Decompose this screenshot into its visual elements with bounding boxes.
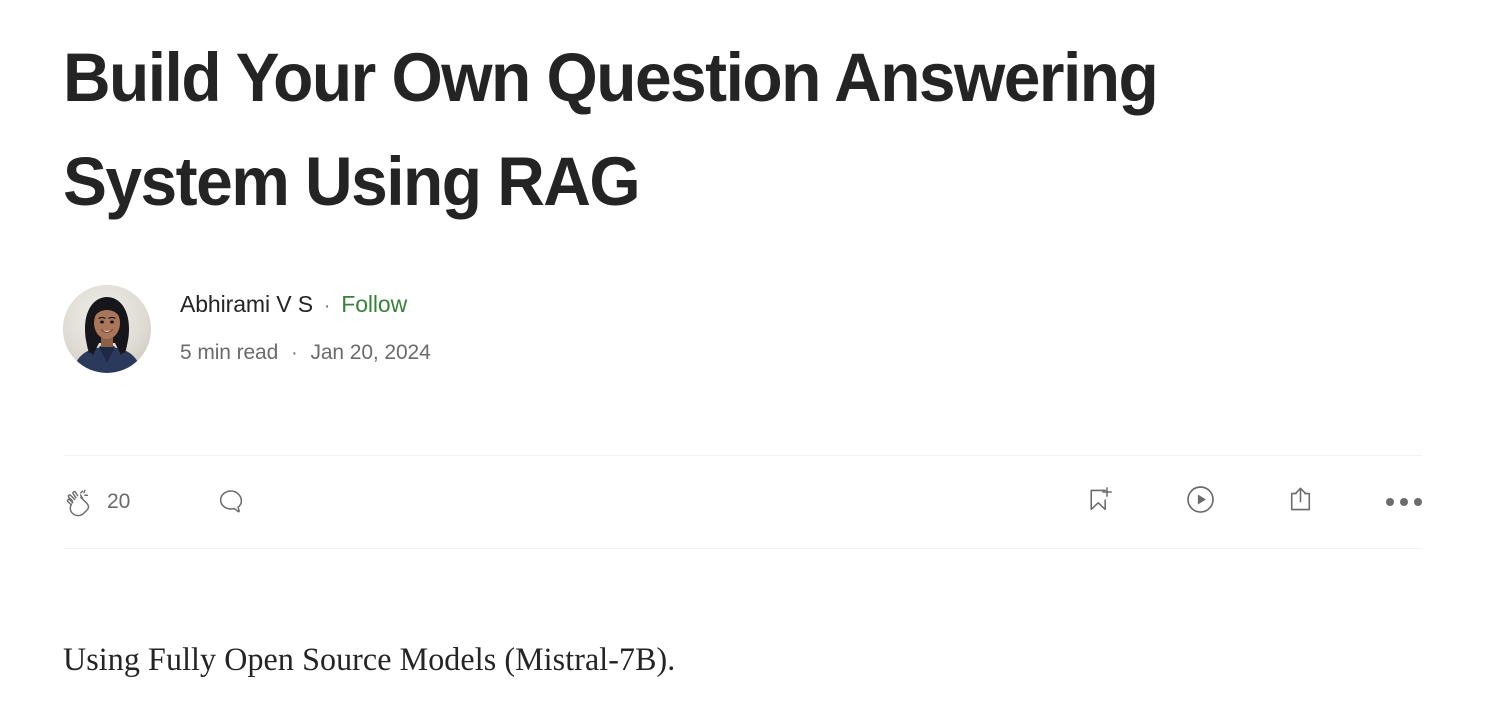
listen-button[interactable] bbox=[1184, 483, 1217, 521]
page-title: Build Your Own Question Answering System… bbox=[63, 39, 1159, 220]
clap-count: 20 bbox=[107, 490, 131, 513]
read-time: 5 min read bbox=[180, 341, 279, 364]
publish-date: Jan 20, 2024 bbox=[310, 341, 431, 364]
clap-button[interactable]: 20 bbox=[63, 487, 130, 518]
action-bar: 20 bbox=[63, 456, 1422, 548]
bookmark-add-button[interactable] bbox=[1084, 484, 1115, 520]
byline-meta-row: 5 min read · Jan 20, 2024 bbox=[180, 338, 431, 369]
meta-separator: · bbox=[291, 343, 298, 364]
action-bar-left: 20 bbox=[63, 487, 246, 518]
action-bar-right bbox=[1084, 483, 1422, 521]
byline-primary-row: Abhirami V S · Follow bbox=[180, 289, 431, 322]
bookmark-add-icon bbox=[1084, 484, 1115, 520]
avatar-image bbox=[63, 285, 151, 373]
share-icon bbox=[1285, 484, 1316, 520]
avatar[interactable] bbox=[63, 285, 151, 373]
more-options-icon-dot3 bbox=[1414, 498, 1422, 506]
byline: Abhirami V S · Follow 5 min read · Jan 2… bbox=[63, 285, 1429, 373]
follow-button[interactable]: Follow bbox=[341, 289, 407, 319]
byline-separator: · bbox=[324, 296, 331, 317]
author-name[interactable]: Abhirami V S bbox=[180, 289, 313, 319]
article-page: Build Your Own Question Answering System… bbox=[0, 0, 1492, 710]
share-button[interactable] bbox=[1285, 484, 1316, 520]
divider-bottom bbox=[63, 548, 1422, 549]
comment-button[interactable] bbox=[216, 487, 246, 517]
more-options-icon-dot2 bbox=[1400, 498, 1408, 506]
article-body-text: Using Fully Open Source Models (Mistral-… bbox=[63, 642, 676, 678]
play-circle-icon bbox=[1184, 483, 1217, 521]
more-options-icon bbox=[1386, 498, 1394, 506]
comment-icon bbox=[216, 487, 246, 517]
more-options-button[interactable] bbox=[1386, 498, 1422, 506]
byline-text: Abhirami V S · Follow 5 min read · Jan 2… bbox=[180, 289, 431, 369]
clap-icon bbox=[63, 487, 94, 518]
